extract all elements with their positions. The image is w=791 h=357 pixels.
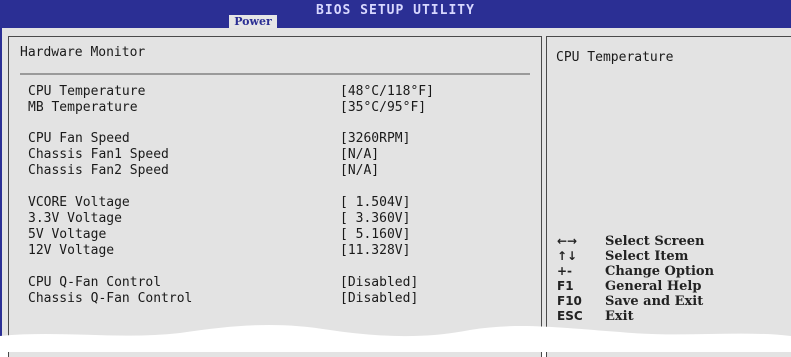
- arrows-left-right-icon: ←→: [557, 234, 578, 248]
- bios-title: BIOS SETUP UTILITY: [316, 3, 475, 18]
- key-desc-select-item: Select Item: [605, 249, 689, 264]
- torn-edge-decoration: [0, 324, 791, 352]
- 3v3-voltage-label[interactable]: 3.3V Voltage: [28, 211, 122, 226]
- 3v3-voltage-value: [ 3.360V]: [340, 211, 411, 226]
- mb-temperature-label[interactable]: MB Temperature: [28, 100, 138, 115]
- arrows-up-down-icon: ↑↓: [557, 249, 578, 263]
- 12v-voltage-value: [11.328V]: [340, 243, 411, 258]
- key-desc-select-screen: Select Screen: [605, 234, 705, 249]
- cpu-q-fan-control-label[interactable]: CPU Q-Fan Control: [28, 275, 161, 290]
- help-title: CPU Temperature: [556, 50, 674, 65]
- cpu-temperature-label[interactable]: CPU Temperature: [28, 84, 145, 99]
- 5v-voltage-label[interactable]: 5V Voltage: [28, 227, 106, 242]
- section-title: Hardware Monitor: [20, 45, 146, 60]
- chassis-fan1-speed-label[interactable]: Chassis Fan1 Speed: [28, 147, 169, 162]
- vcore-voltage-label[interactable]: VCORE Voltage: [28, 195, 130, 210]
- key-desc-general-help: General Help: [605, 279, 702, 294]
- cpu-temperature-value: [48°C/118°F]: [340, 84, 434, 99]
- chassis-fan2-speed-label[interactable]: Chassis Fan2 Speed: [28, 163, 169, 178]
- tab-power[interactable]: Power: [229, 15, 277, 29]
- section-divider: [20, 73, 530, 75]
- vcore-voltage-value: [ 1.504V]: [340, 195, 411, 210]
- cpu-fan-speed-label[interactable]: CPU Fan Speed: [28, 131, 130, 146]
- chassis-fan1-speed-value: [N/A]: [340, 147, 380, 162]
- chassis-fan2-speed-value: [N/A]: [340, 163, 380, 178]
- cpu-fan-speed-value: [3260RPM]: [340, 131, 411, 146]
- 5v-voltage-value: [ 5.160V]: [340, 227, 411, 242]
- 12v-voltage-label[interactable]: 12V Voltage: [28, 243, 114, 258]
- title-bar: BIOS SETUP UTILITY Power: [0, 0, 791, 29]
- key-plus-minus: +-: [557, 264, 573, 278]
- key-desc-change-option: Change Option: [605, 264, 715, 279]
- cpu-q-fan-control-value[interactable]: [Disabled]: [340, 275, 418, 290]
- key-f1: F1: [557, 279, 574, 293]
- mb-temperature-value: [35°C/95°F]: [340, 100, 427, 115]
